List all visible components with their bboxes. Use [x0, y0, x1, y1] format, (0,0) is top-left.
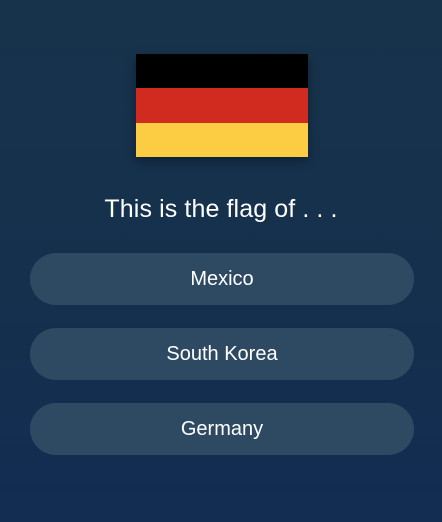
answer-option-label: Mexico [190, 267, 254, 290]
answer-option-label: South Korea [166, 342, 278, 365]
answer-option-label: Germany [180, 417, 264, 440]
flag-stripe-middle [136, 88, 308, 123]
flag-image [136, 54, 308, 157]
answer-option-1[interactable]: Mexico [30, 253, 414, 305]
flag-stripe-top [136, 54, 308, 89]
answer-option-2[interactable]: South Korea [30, 328, 414, 380]
question-text: This is the flag of . . . [104, 195, 338, 223]
flag-stripe-bottom [136, 122, 308, 157]
answer-option-3[interactable]: Germany [30, 403, 414, 455]
